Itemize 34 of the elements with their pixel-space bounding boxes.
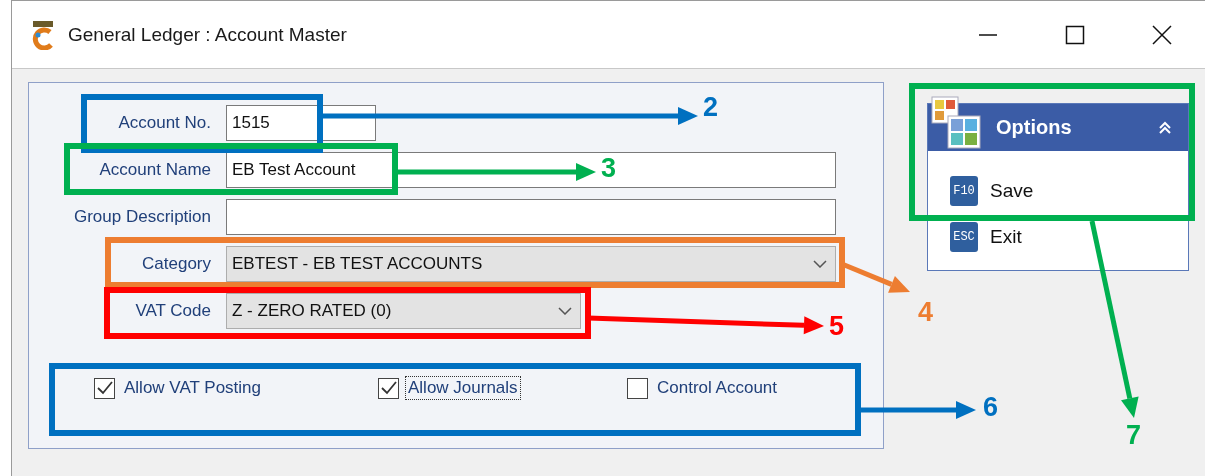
checkbox[interactable] — [627, 377, 648, 399]
callout-number: 7 — [1126, 422, 1142, 449]
key-icon: ESC — [950, 222, 978, 252]
option-item[interactable]: F10 Save — [950, 176, 1188, 206]
option-item[interactable]: ESC Exit — [950, 222, 1188, 252]
checkbox-label[interactable]: Control Account — [654, 376, 780, 400]
field-label: Category — [141, 254, 211, 274]
key-icon: F10 — [950, 176, 978, 206]
checkbox[interactable] — [378, 377, 399, 399]
field-label: Account No. — [117, 113, 211, 133]
checkbox-label[interactable]: Allow VAT Posting — [121, 376, 264, 400]
field-label: Account Name — [98, 160, 211, 180]
callout-number: 3 — [601, 155, 617, 182]
callout-number: 4 — [918, 299, 934, 326]
text-field[interactable] — [226, 199, 836, 235]
field-label: VAT Code — [134, 301, 211, 321]
close-icon — [1151, 24, 1172, 45]
callout-number: 2 — [703, 94, 719, 121]
options-title: Options — [996, 116, 1073, 139]
callout-number: 6 — [983, 394, 999, 421]
checkbox[interactable] — [94, 377, 115, 399]
window-title: General Ledger : Account Master — [68, 23, 347, 46]
callout-number: 5 — [829, 313, 845, 340]
caret-icon — [558, 307, 572, 315]
collapse-chevron-icon[interactable] — [1158, 120, 1172, 135]
checkbox-label[interactable]: Allow Journals — [405, 376, 521, 400]
maximize-icon — [1064, 24, 1085, 45]
dropdown[interactable]: EBTEST - EB TEST ACCOUNTS — [226, 246, 836, 282]
dropdown[interactable]: Z - ZERO RATED (0) — [226, 293, 581, 329]
logo-icon — [30, 19, 56, 50]
minimize-icon — [977, 33, 998, 36]
caret-icon — [813, 260, 827, 268]
text-field[interactable]: 1515 — [226, 105, 376, 141]
field-label: Group Description — [73, 207, 211, 227]
